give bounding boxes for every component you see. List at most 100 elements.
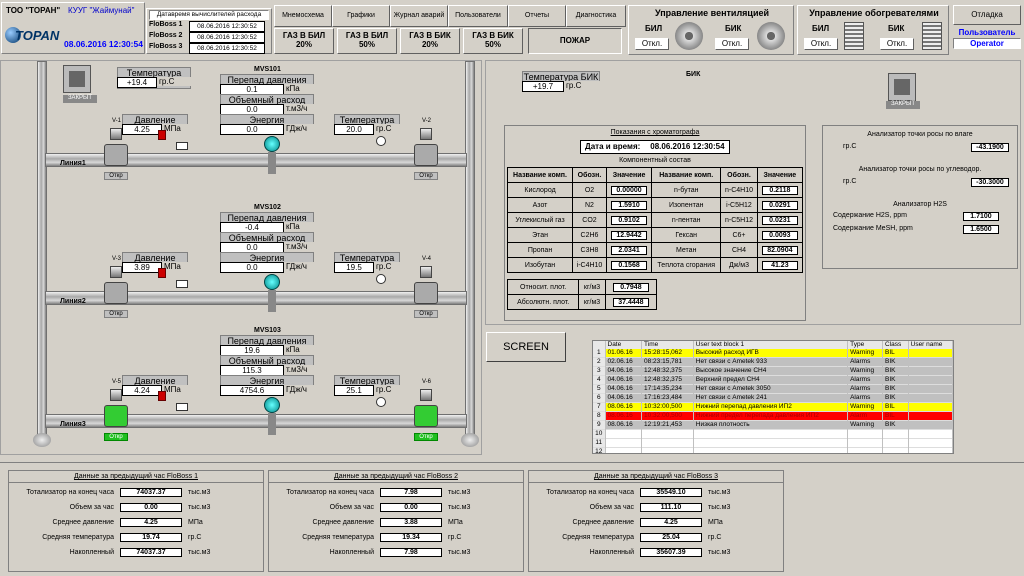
chrom-value: 2.0341 xyxy=(611,245,648,255)
alarm-cell: BIK xyxy=(882,366,909,376)
alarm-row[interactable]: 8 08.06.16 10:32:00,500 Нижний предел переп… xyxy=(593,411,953,421)
alarm-cell: 7 xyxy=(593,402,606,412)
alarm-cell xyxy=(605,438,643,448)
density-table: Относит. плот. кг/м3 0.7948 Абсолютн. плот.… xyxy=(506,279,658,310)
alarm-row[interactable]: 4 04.06.16 12:48:32,375 Верхний предел CH4 A… xyxy=(593,375,953,385)
nav-users[interactable]: Пользователи xyxy=(448,5,508,27)
chrom-cell: C2H6 xyxy=(572,227,607,243)
history-value: 74037.37 xyxy=(120,488,182,497)
flowmeter-body xyxy=(268,290,276,312)
alarm-cell: Низкая плотность xyxy=(693,420,849,430)
chrom-cell: C6+ xyxy=(720,227,758,243)
alarm-row[interactable]: 6 04.06.16 17:16:23,484 Нет связи с Ametek … xyxy=(593,393,953,403)
chrom-cell: Азот xyxy=(506,197,574,213)
valve-icon[interactable] xyxy=(104,144,128,166)
alarm-row[interactable]: 9 08.06.16 12:19:21,453 Низкая плотность War… xyxy=(593,420,953,430)
alarm-row[interactable]: 5 04.06.16 17:14:35,234 Нет связи с Ametek … xyxy=(593,384,953,394)
history-unit: гр.С xyxy=(448,534,462,541)
alarm-row[interactable]: 11 xyxy=(593,438,953,448)
history-label: Тотализатор на конец часа xyxy=(26,489,114,496)
chrom-value: 82.0904 xyxy=(761,245,798,255)
chrom-cell: O2 xyxy=(572,182,607,198)
alarm-row[interactable]: 7 08.06.16 10:32:00,500 Нижний перепад давл… xyxy=(593,402,953,412)
chrom-cell: Углекислый газ xyxy=(506,212,574,228)
chrom-header: Значение xyxy=(605,167,653,183)
valve-icon[interactable] xyxy=(104,282,128,304)
door-icon xyxy=(888,73,916,101)
history-row: Средняя температура 19.74 гр.С xyxy=(13,530,213,545)
heat-bil-button[interactable]: Откл. xyxy=(804,38,838,50)
chrom-cell: 12.9442 xyxy=(605,227,653,243)
alarm-table: Date Time User text block 1 Type Class User n… xyxy=(592,340,954,454)
valve-tag: V-1 xyxy=(112,118,122,124)
nav-diagnostics[interactable]: Диагностика xyxy=(566,5,626,27)
alarm-row[interactable]: 3 04.06.16 12:48:32,375 Высокое значение CH… xyxy=(593,366,953,376)
heat-bik-button[interactable]: Откл. xyxy=(880,38,914,50)
chrom-cell: Изопентан xyxy=(651,197,722,213)
chrom-value: 0.2118 xyxy=(761,185,798,195)
valve-icon[interactable] xyxy=(104,405,128,427)
alarm-row[interactable]: 1 01.06.16 15:28:15,062 Высокий расход ИГВ W… xyxy=(593,349,953,358)
valve-actuator-icon xyxy=(110,128,122,140)
alarm-row[interactable]: 12 xyxy=(593,447,953,453)
user-name[interactable]: Operator xyxy=(953,38,1021,49)
alarm-cell xyxy=(847,429,883,439)
history-unit: тыс.м3 xyxy=(708,489,731,496)
history-panel: Данные за предыдущий час FloBoss 1 Тотали… xyxy=(8,470,264,572)
screen-button[interactable]: SCREEN xyxy=(486,332,566,362)
vent-bik-button[interactable]: Откл. xyxy=(715,38,749,50)
floboss-3-label: FloBoss 3 xyxy=(149,43,183,50)
history-table: Тотализатор на конец часа 74037.37 тыс.м3 О… xyxy=(13,485,213,560)
alarm-cell xyxy=(908,375,953,385)
alarm-row[interactable]: 10 xyxy=(593,429,953,439)
alarm-cell: BIK xyxy=(882,384,909,394)
flowmeter-icon xyxy=(264,136,280,152)
nav-reports[interactable]: Отчеты xyxy=(508,5,566,27)
chrom-value: 0.00000 xyxy=(611,185,648,195)
heat-bik-label: БИК xyxy=(888,24,905,33)
valve-icon[interactable] xyxy=(414,405,438,427)
alarm-cell: 02.06.16 xyxy=(605,357,643,367)
history-value-cell: 111.10 xyxy=(637,500,705,515)
history-value: 0.00 xyxy=(380,503,442,512)
chrom-header: Название комп. xyxy=(506,167,574,183)
alarm-cell xyxy=(908,384,953,394)
chrom-cell: 1.5910 xyxy=(605,197,653,213)
pressure-value: 3.89 xyxy=(122,262,162,273)
fan-icon xyxy=(675,22,703,50)
chrom-table: Название комп. Обозн. Значение Название ком… xyxy=(506,167,804,273)
fan-icon xyxy=(757,22,785,50)
chrom-cell: 2.0341 xyxy=(605,242,653,258)
nav-alarm-log[interactable]: Журнал аварий xyxy=(390,5,448,27)
dewpoint-panel: Анализатор точки росы по влаге гр.С -43.1… xyxy=(822,125,1018,269)
alarm-cell xyxy=(908,411,953,421)
valve-tag: V-6 xyxy=(422,379,432,385)
alarm-cell: 01.06.16 xyxy=(605,349,643,358)
logo: TOPAN xyxy=(5,25,65,47)
history-label: Объем за час xyxy=(69,504,114,511)
nav-mnemo[interactable]: Мнемосхема xyxy=(274,5,332,27)
debug-button[interactable]: Отладка xyxy=(953,5,1021,25)
chrom-cell: 0.1568 xyxy=(605,257,653,273)
alarm-row[interactable]: 2 02.06.16 08:23:15,781 Нет связи с Ametek … xyxy=(593,357,953,367)
history-value: 74037.37 xyxy=(120,548,182,557)
temp-bik-value: +19.7 xyxy=(522,81,564,92)
chrom-cell: n-пентан xyxy=(651,212,722,228)
energy-value: 0.0 xyxy=(220,262,284,273)
moist-title: Анализатор точки росы по влаге xyxy=(867,131,973,138)
alarm-cell: 10:32:00,500 xyxy=(641,402,694,412)
pressure-value: 4.24 xyxy=(122,385,162,396)
gas-alarms: ГАЗ В БИЛ 20% ГАЗ В БИЛ 50% ГАЗ В БИК 20% Г… xyxy=(274,28,626,54)
temp-bil-unit: гр.С xyxy=(157,77,191,86)
alarm-cell: 17:14:35,234 xyxy=(641,384,694,394)
chrom-cell: Дж/м3 xyxy=(720,257,758,273)
vent-bil-button[interactable]: Откл. xyxy=(635,38,669,50)
pipe-left xyxy=(37,61,47,441)
valve-status: Откр xyxy=(104,172,128,180)
h2s-label: Содержание H2S, ppm xyxy=(833,212,907,219)
alarm-cell: Верхний предел CH4 xyxy=(693,375,849,385)
valve-icon[interactable] xyxy=(414,144,438,166)
valve-icon[interactable] xyxy=(414,282,438,304)
nav-graphs[interactable]: Графики xyxy=(332,5,390,27)
hc-value: -30.3000 xyxy=(971,178,1009,187)
